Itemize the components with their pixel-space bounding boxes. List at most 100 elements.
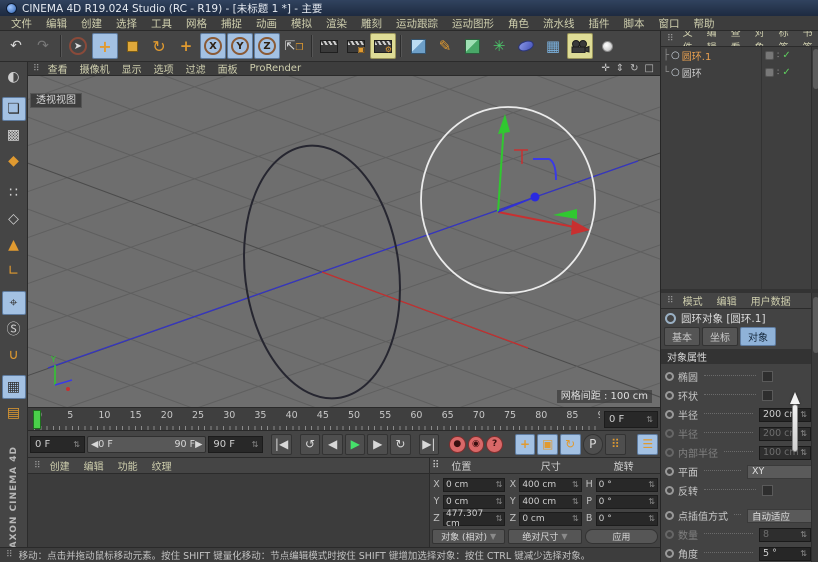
points-mode-button[interactable]: ∷ xyxy=(2,181,26,205)
object-menu-对象[interactable]: 对象 xyxy=(748,31,772,46)
last-tool-button[interactable]: + xyxy=(173,33,199,59)
autokey-button[interactable]: ◉ xyxy=(467,435,485,453)
menu-动画[interactable]: 动画 xyxy=(249,16,284,31)
menu-雕刻[interactable]: 雕刻 xyxy=(354,16,389,31)
edges-mode-button[interactable]: ◇ xyxy=(2,207,26,231)
menu-模拟[interactable]: 模拟 xyxy=(284,16,319,31)
menu-窗口[interactable]: 窗口 xyxy=(652,16,687,31)
playhead[interactable] xyxy=(33,410,41,429)
object-manager-scrollbar[interactable] xyxy=(811,47,818,289)
scrollbar-thumb[interactable] xyxy=(813,49,818,89)
record-scale-button[interactable]: ▣ xyxy=(537,433,558,455)
spinner-arrows-icon[interactable]: ⇅ xyxy=(496,480,503,489)
coordinate-system-button[interactable]: ⇱❒ xyxy=(281,33,307,59)
add-primitive-button[interactable] xyxy=(405,33,431,59)
coordinate-mode-dropdown[interactable]: 对象 (相对) ▼ xyxy=(432,529,506,544)
spinner-arrows-icon[interactable]: ⇅ xyxy=(800,448,807,457)
play-button[interactable]: ▶ xyxy=(344,433,366,455)
viewport-panel[interactable]: ⠿ 查看 摄像机 显示 选项 过滤 面板 ProRender ✛ ⇕ ↻ □ Y… xyxy=(28,62,660,407)
object-name[interactable]: 圆环 xyxy=(682,65,702,80)
property-spinner[interactable]: 5 ° ⇅ xyxy=(759,546,811,561)
spinner-arrows-icon[interactable]: ⇅ xyxy=(572,497,579,506)
viewport-menu-过滤[interactable]: 过滤 xyxy=(180,61,212,76)
object-menu-查看[interactable]: 查看 xyxy=(724,31,748,46)
animation-toggle-icon[interactable] xyxy=(665,511,674,520)
object-menu-编辑[interactable]: 编辑 xyxy=(700,31,724,46)
keyframe-presets-button[interactable]: ☰ xyxy=(637,433,659,455)
smooth-tag-icon[interactable]: ✓ xyxy=(782,50,790,61)
timeline-ruler[interactable]: 051015202530354045505560657075808590 0 F… xyxy=(28,407,660,431)
add-spline-button[interactable]: ✎ xyxy=(432,33,458,59)
viewport-menu-显示[interactable]: 显示 xyxy=(116,61,148,76)
material-menu-创建[interactable]: 创建 xyxy=(43,458,77,473)
attribute-menu-用户数据[interactable]: 用户数据 xyxy=(744,293,798,308)
next-frame-button[interactable]: ▶ xyxy=(367,433,389,455)
texture-tag-icon[interactable] xyxy=(765,68,774,77)
visibility-dots-icon[interactable]: ∶ xyxy=(777,51,779,61)
menu-运动图形[interactable]: 运动图形 xyxy=(445,16,501,31)
lock-y-button[interactable]: Y xyxy=(227,33,253,59)
menu-流水线[interactable]: 流水线 xyxy=(536,16,582,31)
spinner-arrows-icon[interactable]: ⇅ xyxy=(572,514,579,523)
viewport-toggle-icon[interactable]: □ xyxy=(642,63,657,74)
property-dropdown[interactable]: 自动适应 xyxy=(747,508,817,523)
record-position-button[interactable]: + xyxy=(514,433,536,455)
coordinate-field[interactable]: 0 ° ⇅ xyxy=(595,511,658,526)
property-checkbox[interactable] xyxy=(762,390,773,401)
spinner-arrows-icon[interactable]: ⇅ xyxy=(800,410,807,419)
apply-button[interactable]: 应用 xyxy=(584,529,658,544)
current-frame-field[interactable]: 0 F ⇅ xyxy=(30,435,85,453)
spinner-arrows-icon[interactable]: ⇅ xyxy=(800,549,807,558)
spinner-arrows-icon[interactable]: ⇅ xyxy=(252,440,259,449)
render-settings-button[interactable]: ⚙ xyxy=(370,33,396,59)
property-spinner[interactable]: 8 ⇅ xyxy=(759,527,811,542)
property-spinner[interactable]: 100 cm ⇅ xyxy=(759,445,811,460)
spinner-arrows-icon[interactable]: ⇅ xyxy=(496,514,503,523)
add-generator-button[interactable] xyxy=(459,33,485,59)
animation-toggle-icon[interactable] xyxy=(665,549,674,558)
spinner-arrows-icon[interactable]: ⇅ xyxy=(646,415,653,424)
coordinate-field[interactable]: 477.307 cm ⇅ xyxy=(443,509,506,529)
attribute-manager-scrollbar[interactable] xyxy=(811,293,818,562)
viewport-menu-查看[interactable]: 查看 xyxy=(42,61,74,76)
lock-workplane-button[interactable]: ▦ xyxy=(1,375,26,399)
menu-角色[interactable]: 角色 xyxy=(501,16,536,31)
planar-workplane-button[interactable]: ▤ xyxy=(2,401,26,425)
attribute-menu-编辑[interactable]: 编辑 xyxy=(710,293,744,308)
property-checkbox[interactable] xyxy=(762,485,773,496)
add-environment-button[interactable]: ▦ xyxy=(540,33,566,59)
add-light-button[interactable] xyxy=(594,33,620,59)
move-tool-button[interactable]: + xyxy=(92,33,118,59)
scale-tool-button[interactable] xyxy=(119,33,145,59)
axis-gizmo[interactable] xyxy=(497,114,590,235)
object-row[interactable]: ├ ○ 圆环.1 ∶ ✓ xyxy=(661,47,811,64)
spinner-arrows-icon[interactable]: ⇅ xyxy=(496,497,503,506)
rotate-tool-button[interactable]: ↻ xyxy=(146,33,172,59)
coordinate-field[interactable]: 0 cm ⇅ xyxy=(443,477,506,492)
tab-坐标[interactable]: 坐标 xyxy=(702,327,738,346)
tab-基本[interactable]: 基本 xyxy=(664,327,700,346)
model-mode-button[interactable]: ❏ xyxy=(1,97,26,121)
make-editable-button[interactable]: ◐ xyxy=(2,65,26,89)
record-keyframe-button[interactable]: ● xyxy=(448,435,466,453)
object-menu-书签[interactable]: 书签 xyxy=(796,31,818,46)
viewport-menu-ProRender[interactable]: ProRender xyxy=(244,63,307,74)
menu-帮助[interactable]: 帮助 xyxy=(687,16,722,31)
render-view-button[interactable] xyxy=(316,33,342,59)
viewport-zoom-icon[interactable]: ⇕ xyxy=(613,63,627,74)
next-key-button[interactable]: ↻ xyxy=(390,433,411,455)
texture-mode-button[interactable]: ▩ xyxy=(2,123,26,147)
viewport-menu-面板[interactable]: 面板 xyxy=(212,61,244,76)
animation-toggle-icon[interactable] xyxy=(665,448,674,457)
range-left-arrow-icon[interactable]: ◀ xyxy=(91,439,98,450)
record-parameter-button[interactable]: P xyxy=(582,433,604,455)
animation-toggle-icon[interactable] xyxy=(665,372,674,381)
spinner-arrows-icon[interactable]: ⇅ xyxy=(648,497,655,506)
point-level-animation-button[interactable]: ⠿ xyxy=(605,433,626,455)
animation-toggle-icon[interactable] xyxy=(665,486,674,495)
viewport-canvas[interactable]: Y 透视视图 网格间距 : 100 cm xyxy=(28,76,660,407)
menu-捕捉[interactable]: 捕捉 xyxy=(214,16,249,31)
attribute-menu-模式[interactable]: 模式 xyxy=(676,293,710,308)
viewport-solo-button[interactable]: ⌖ xyxy=(1,291,26,315)
lock-x-button[interactable]: X xyxy=(200,33,226,59)
